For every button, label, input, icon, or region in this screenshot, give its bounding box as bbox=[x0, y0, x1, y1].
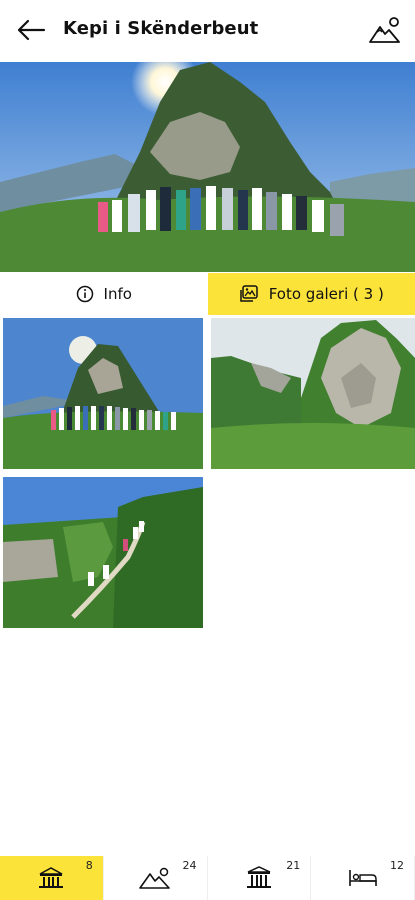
page-title: Kepi i Skënderbeut bbox=[63, 18, 259, 39]
museum-icon bbox=[39, 867, 64, 888]
arrow-left-icon bbox=[17, 19, 46, 41]
info-circle-icon bbox=[76, 285, 93, 303]
gallery-icon bbox=[239, 285, 258, 302]
app-header: Kepi i Skënderbeut bbox=[0, 0, 415, 62]
gallery-photo[interactable] bbox=[211, 318, 415, 469]
map-button[interactable] bbox=[367, 12, 403, 48]
mountain-pin-icon bbox=[369, 17, 400, 43]
nav-item-museums[interactable]: 8 bbox=[0, 856, 104, 900]
nav-item-mountains[interactable]: 24 bbox=[104, 856, 208, 900]
nav-item-accommodation[interactable]: 12 bbox=[311, 856, 415, 900]
hero-image bbox=[0, 62, 415, 272]
count-badge: 24 bbox=[182, 859, 197, 872]
gallery-photo[interactable] bbox=[3, 318, 203, 469]
tab-bar: Info Foto galeri ( 3 ) bbox=[0, 273, 415, 315]
monument-icon bbox=[246, 866, 271, 888]
tab-info-label: Info bbox=[103, 285, 132, 303]
gallery-photo[interactable] bbox=[3, 477, 203, 628]
mountain-icon bbox=[139, 867, 170, 889]
bottom-nav: 8 24 21 12 bbox=[0, 856, 415, 900]
count-badge: 8 bbox=[85, 859, 93, 872]
count-badge: 21 bbox=[286, 859, 301, 872]
nav-item-monuments[interactable]: 21 bbox=[208, 856, 312, 900]
count-badge: 12 bbox=[390, 859, 404, 872]
tab-gallery-label: Foto galeri ( 3 ) bbox=[268, 285, 384, 303]
back-button[interactable] bbox=[14, 15, 48, 45]
bed-icon bbox=[348, 870, 377, 886]
tab-gallery[interactable]: Foto galeri ( 3 ) bbox=[207, 273, 415, 315]
tab-info[interactable]: Info bbox=[0, 273, 208, 315]
